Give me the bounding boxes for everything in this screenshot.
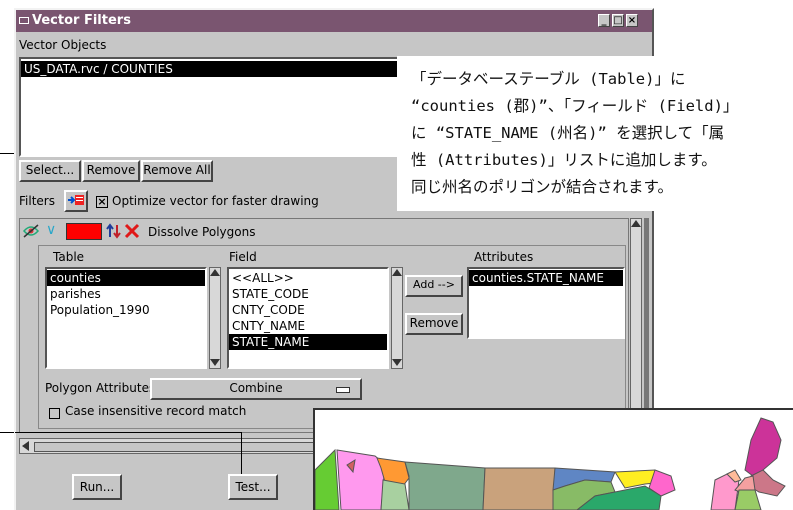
caption-line: 性 (Attributes)」リストに追加します。 bbox=[411, 151, 717, 169]
filter-visibility-icon[interactable] bbox=[22, 223, 40, 239]
table-item[interactable]: parishes bbox=[47, 286, 205, 302]
case-insensitive-checkbox[interactable] bbox=[49, 408, 60, 419]
filter-panel: ∨ Dissolve Polygons Table Field Attribut… bbox=[19, 218, 629, 433]
dissolve-polygons-label: Dissolve Polygons bbox=[148, 225, 256, 239]
table-scrollbar[interactable] bbox=[209, 267, 221, 369]
select-button[interactable]: Select... bbox=[19, 160, 81, 182]
caption-line: 同じ州名のポリゴンが結合されます。 bbox=[411, 178, 673, 196]
field-item[interactable]: CNTY_NAME bbox=[229, 318, 387, 334]
field-item[interactable]: <<ALL>> bbox=[229, 270, 387, 286]
horizontal-scrollbar[interactable] bbox=[19, 438, 329, 454]
run-button[interactable]: Run... bbox=[72, 474, 122, 500]
reorder-icon[interactable] bbox=[106, 223, 122, 239]
dropdown-indicator-icon bbox=[336, 387, 350, 393]
field-scrollbar[interactable] bbox=[391, 267, 403, 369]
optimize-checkbox[interactable]: × bbox=[96, 196, 108, 208]
delete-filter-icon[interactable] bbox=[124, 223, 140, 239]
table-item[interactable]: counties bbox=[47, 270, 205, 286]
vector-objects-label: Vector Objects bbox=[19, 38, 107, 52]
table-list[interactable]: counties parishes Population_1990 bbox=[45, 267, 207, 369]
field-item[interactable]: CNTY_CODE bbox=[229, 302, 387, 318]
optimize-label: Optimize vector for faster drawing bbox=[112, 194, 319, 208]
field-list[interactable]: <<ALL>> STATE_CODE CNTY_CODE CNTY_NAME S… bbox=[227, 267, 389, 369]
attribute-item[interactable]: counties.STATE_NAME bbox=[469, 270, 623, 286]
window-title: Vector Filters bbox=[32, 13, 131, 28]
callout-line-filters bbox=[0, 153, 15, 154]
caption-line: に “STATE_NAME (州名)” を選択して「属 bbox=[411, 124, 725, 142]
callout-line-test bbox=[0, 432, 15, 433]
add-filter-button[interactable] bbox=[64, 190, 88, 212]
attributes-list[interactable]: counties.STATE_NAME bbox=[467, 267, 625, 339]
field-header: Field bbox=[229, 250, 257, 264]
annotation-caption: 「データベーステーブル (Table)」に “counties (郡)”、「フィ… bbox=[397, 56, 793, 211]
minimize-icon[interactable]: _ bbox=[598, 14, 610, 27]
field-item[interactable]: STATE_CODE bbox=[229, 286, 387, 302]
scroll-up-icon[interactable] bbox=[631, 220, 641, 227]
filter-panel-right-edge bbox=[644, 218, 649, 433]
case-insensitive-label: Case insensitive record match bbox=[65, 404, 247, 418]
scroll-left-icon[interactable] bbox=[22, 441, 29, 451]
scroll-down-icon[interactable] bbox=[392, 359, 402, 366]
attributes-header: Attributes bbox=[474, 250, 534, 264]
title-bar[interactable]: Vector Filters _ □ × bbox=[16, 10, 652, 32]
scroll-thumb[interactable] bbox=[34, 442, 326, 452]
add-attribute-button[interactable]: Add --> bbox=[405, 275, 463, 297]
system-menu-icon[interactable] bbox=[19, 17, 29, 24]
scroll-up-icon[interactable] bbox=[392, 269, 402, 276]
filter-dropdown-icon[interactable]: ∨ bbox=[46, 222, 56, 238]
polygon-attributes-value: Combine bbox=[229, 381, 283, 395]
maximize-icon[interactable]: □ bbox=[612, 14, 624, 27]
remove-all-button[interactable]: Remove All bbox=[141, 160, 213, 182]
filter-panel-scrollbar[interactable] bbox=[630, 218, 642, 433]
remove-vector-button[interactable]: Remove bbox=[82, 160, 140, 182]
caption-line: “counties (郡)”、「フィールド (Field)」 bbox=[411, 97, 739, 115]
map-preview bbox=[313, 408, 793, 510]
remove-attribute-button[interactable]: Remove bbox=[405, 313, 463, 335]
scroll-down-icon[interactable] bbox=[210, 359, 220, 366]
callout-line-test-horizontal bbox=[15, 432, 241, 433]
table-header: Table bbox=[53, 250, 85, 264]
polygon-attributes-label: Polygon Attributes: bbox=[45, 381, 160, 395]
scroll-up-icon[interactable] bbox=[210, 269, 220, 276]
dissolved-states-map bbox=[315, 417, 793, 510]
polygon-attributes-dropdown[interactable]: Combine bbox=[150, 378, 362, 400]
filters-label: Filters bbox=[19, 194, 55, 208]
table-item[interactable]: Population_1990 bbox=[47, 302, 205, 318]
dissolve-settings: Table Field Attributes counties parishes… bbox=[38, 245, 626, 429]
filter-color-swatch[interactable] bbox=[66, 223, 102, 240]
vector-object-item[interactable]: US_DATA.rvc / COUNTIES bbox=[21, 61, 404, 77]
callout-line-test-vertical bbox=[241, 432, 242, 474]
caption-line: 「データベーステーブル (Table)」に bbox=[411, 70, 686, 88]
test-button[interactable]: Test... bbox=[228, 474, 278, 500]
close-icon[interactable]: × bbox=[626, 14, 638, 27]
field-item[interactable]: STATE_NAME bbox=[229, 334, 387, 350]
add-filter-icon bbox=[68, 195, 84, 205]
